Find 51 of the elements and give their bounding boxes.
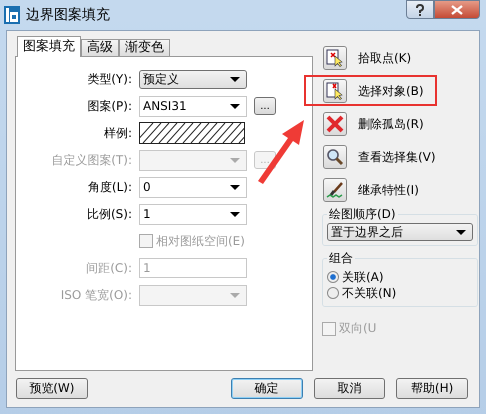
action-button[interactable] bbox=[323, 145, 347, 169]
checkbox-label: 相对图纸空间(E) bbox=[156, 232, 245, 250]
type-dropdown[interactable]: 预定义 bbox=[139, 70, 247, 88]
dropdown-field[interactable]: 1 bbox=[139, 204, 247, 224]
draw-order-dropdown[interactable]: 置于边界之后 bbox=[327, 223, 473, 241]
delete-icon bbox=[326, 115, 344, 133]
group-title: 绘图顺序(D) bbox=[328, 206, 397, 223]
radio-label: 关联(A) bbox=[342, 268, 384, 286]
field-label: ISO 笔宽(O): bbox=[60, 286, 132, 304]
action-label: 查看选择集(V) bbox=[358, 148, 436, 166]
window-title: 边界图案填充 bbox=[26, 6, 110, 24]
dropdown-field[interactable] bbox=[139, 284, 247, 306]
field-label: 间距(C): bbox=[85, 260, 132, 276]
dialog-button[interactable]: 确定 bbox=[230, 378, 302, 399]
action-label: 选择对象(B) bbox=[358, 82, 424, 100]
magnifier-icon bbox=[326, 148, 344, 166]
action-button[interactable] bbox=[323, 46, 347, 70]
group-title: 组合 bbox=[328, 250, 354, 267]
radio-label: 不关联(N) bbox=[342, 284, 396, 302]
dropdown-field[interactable] bbox=[139, 150, 247, 170]
close-button[interactable] bbox=[434, 0, 480, 19]
radio-button[interactable] bbox=[327, 271, 339, 283]
field-label: 样例: bbox=[102, 124, 132, 142]
action-label: 删除孤岛(R) bbox=[358, 116, 424, 132]
field-label: 类型(Y): bbox=[86, 70, 132, 88]
field-label: 角度(L): bbox=[86, 178, 132, 196]
tab[interactable]: 渐变色 bbox=[119, 39, 170, 56]
tab[interactable]: 图案填充 bbox=[17, 36, 81, 57]
app-icon bbox=[4, 6, 20, 24]
dropdown-field[interactable]: 0 bbox=[139, 176, 247, 198]
action-button[interactable] bbox=[323, 79, 347, 103]
help-icon bbox=[415, 4, 425, 16]
field-label: 图案(P): bbox=[86, 98, 132, 114]
dialog-button[interactable]: 取消 bbox=[314, 378, 386, 399]
action-button[interactable] bbox=[323, 178, 347, 202]
dialog-button[interactable]: 帮助(H) bbox=[396, 378, 468, 399]
field-label: 自定义图案(T): bbox=[50, 152, 132, 168]
action-label: 拾取点(K) bbox=[358, 50, 412, 66]
radio-button[interactable] bbox=[327, 287, 339, 299]
cursor-icon bbox=[326, 49, 344, 67]
dropdown-field[interactable]: ANSI31 bbox=[139, 96, 247, 116]
tab[interactable]: 高级 bbox=[81, 39, 119, 56]
checkbox-label: 双向(U bbox=[339, 320, 376, 337]
help-button[interactable] bbox=[406, 0, 434, 19]
cursor-icon bbox=[326, 82, 344, 100]
dialog-button[interactable]: 预览(W) bbox=[16, 378, 88, 399]
field-label: 比例(S): bbox=[86, 206, 132, 222]
close-icon bbox=[451, 4, 463, 14]
brush-icon bbox=[326, 181, 344, 199]
browse-button[interactable]: ... bbox=[254, 97, 276, 115]
action-label: 继承特性(I) bbox=[358, 182, 419, 198]
